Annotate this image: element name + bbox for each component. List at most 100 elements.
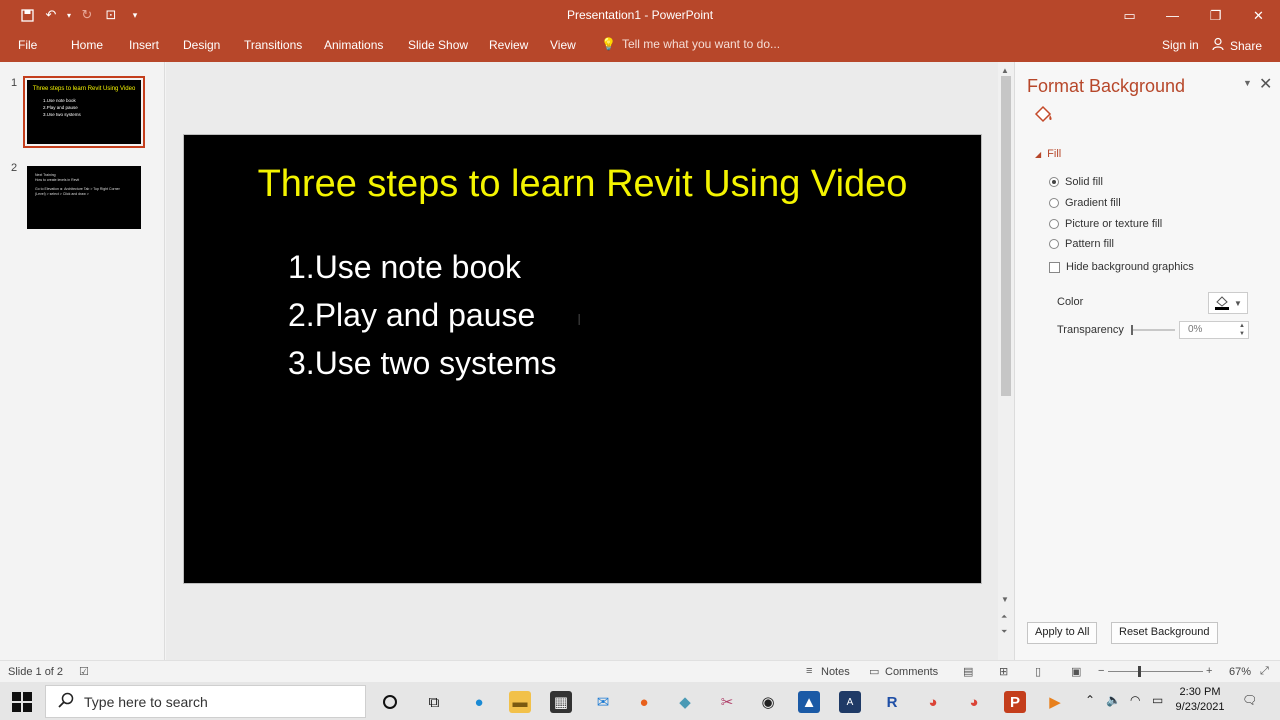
previous-slide-icon[interactable]: ⏶ — [1001, 612, 1007, 622]
bullet-item[interactable]: 3.Use two systems — [288, 339, 557, 387]
slide-title[interactable]: Three steps to learn Revit Using Video — [184, 163, 981, 206]
tell-me-text: Tell me what you want to do... — [621, 37, 781, 51]
tab-home[interactable]: Home — [71, 38, 103, 52]
slide-sorter-icon[interactable]: ⊞ — [999, 665, 1008, 678]
taskbar-search-box[interactable]: Type here to search — [45, 685, 366, 718]
paint-bucket-icon[interactable] — [1031, 104, 1055, 126]
slider-knob[interactable] — [1131, 325, 1133, 335]
close-pane-icon[interactable]: ✕ — [1259, 74, 1272, 94]
volume-icon[interactable]: 🔈 — [1106, 693, 1121, 707]
tab-view[interactable]: View — [550, 38, 576, 52]
taskbar-clock[interactable]: 2:30 PM 9/23/2021 — [1172, 685, 1228, 715]
reading-view-icon[interactable]: ▯ — [1035, 665, 1041, 678]
pattern-fill-radio[interactable] — [1049, 239, 1059, 249]
gradient-fill-radio[interactable] — [1049, 198, 1059, 208]
bullet-item[interactable]: 2.Play and pause — [288, 291, 557, 339]
color-picker-button[interactable]: ▼ — [1208, 292, 1248, 314]
spelling-check-icon[interactable]: ☑ — [79, 665, 89, 678]
pattern-fill-option[interactable]: Pattern fill — [1049, 238, 1114, 250]
picture-fill-option[interactable]: Picture or texture fill — [1049, 218, 1162, 230]
notes-button[interactable]: Notes — [821, 666, 850, 678]
tab-file[interactable]: File — [18, 38, 37, 52]
comments-button[interactable]: Comments — [885, 666, 938, 678]
zoom-level[interactable]: 67% — [1229, 666, 1251, 678]
minimize-icon[interactable]: — — [1151, 0, 1194, 31]
scroll-up-icon[interactable]: ▲ — [1001, 66, 1009, 75]
ribbon-tabs: File Home Insert Design Transitions Anim… — [0, 31, 1280, 62]
vertical-scrollbar[interactable]: ▲ ▼ ⏶ ⏷ — [998, 62, 1014, 660]
wifi-icon[interactable]: ◠ — [1130, 693, 1140, 707]
chrome-profile-icon[interactable]: ◕ — [963, 691, 985, 713]
tab-design[interactable]: Design — [183, 38, 220, 52]
chrome-icon[interactable]: ◕ — [922, 691, 944, 713]
transparency-slider[interactable] — [1131, 325, 1175, 335]
solid-fill-radio[interactable] — [1049, 177, 1059, 187]
zoom-out-icon[interactable]: − — [1098, 665, 1104, 677]
zoom-slider[interactable] — [1108, 666, 1203, 677]
notifications-icon[interactable]: 🗨 — [1242, 693, 1257, 707]
slide-canvas[interactable]: Three steps to learn Revit Using Video 1… — [183, 134, 982, 584]
hide-graphics-checkbox[interactable] — [1049, 261, 1060, 273]
close-window-icon[interactable]: ✕ — [1237, 0, 1280, 31]
battery-icon[interactable]: ▭ — [1152, 693, 1163, 707]
option-label: Pattern fill — [1065, 238, 1114, 250]
slide-body[interactable]: 1.Use note book 2.Play and pause 3.Use t… — [288, 243, 557, 387]
show-hidden-icons-icon[interactable]: ⌃ — [1085, 693, 1095, 707]
video-app-icon[interactable]: ▶ — [1044, 691, 1066, 713]
app-icon[interactable]: ◆ — [674, 691, 696, 713]
comments-icon[interactable]: ▭ — [869, 665, 879, 678]
pane-title: Format Background — [1027, 76, 1186, 96]
tab-animations[interactable]: Animations — [324, 38, 383, 52]
edge-browser-icon[interactable]: ● — [468, 691, 490, 713]
fit-to-window-icon[interactable]: ⤢ — [1260, 665, 1269, 678]
option-label: Gradient fill — [1065, 197, 1121, 209]
gradient-fill-option[interactable]: Gradient fill — [1049, 197, 1121, 209]
powerpoint-icon[interactable]: P — [1004, 691, 1026, 713]
next-slide-icon[interactable]: ⏷ — [1001, 627, 1007, 637]
bullet-item[interactable]: 1.Use note book — [288, 243, 557, 291]
sign-in-link[interactable]: Sign in — [1162, 38, 1199, 52]
tab-review[interactable]: Review — [489, 38, 528, 52]
cortana-icon[interactable] — [379, 691, 401, 713]
spinner-arrows-icon[interactable]: ▲ ▼ — [1239, 322, 1245, 338]
slide-thumbnail-1[interactable]: Three steps to learn Revit Using Video 1… — [23, 76, 145, 148]
task-view-icon[interactable]: ⧉ — [423, 691, 445, 713]
thumbnail-line: Go to Elevation ► Architecture Tab > Top… — [35, 187, 120, 191]
reset-background-button[interactable]: Reset Background — [1111, 622, 1218, 644]
store-icon[interactable]: ▦ — [550, 691, 572, 713]
clock-time: 2:30 PM — [1179, 686, 1221, 698]
file-explorer-icon[interactable]: ▬ — [509, 691, 531, 713]
transparency-spinner[interactable]: 0% ▲ ▼ — [1179, 321, 1249, 339]
hide-background-graphics-option[interactable]: Hide background graphics — [1049, 261, 1194, 273]
tell-me-box[interactable]: 💡 Tell me what you want to do... — [601, 37, 780, 51]
ribbon-display-options-icon[interactable]: ▭ — [1108, 0, 1151, 31]
revit-icon[interactable]: R — [881, 691, 903, 713]
tab-slide-show[interactable]: Slide Show — [408, 38, 468, 52]
apply-to-all-button[interactable]: Apply to All — [1027, 622, 1098, 644]
scroll-down-icon[interactable]: ▼ — [1001, 595, 1009, 604]
mail-icon[interactable]: ✉ — [592, 691, 614, 713]
solid-fill-option[interactable]: Solid fill — [1049, 176, 1103, 188]
fill-section-header[interactable]: ◢ Fill — [1035, 148, 1061, 160]
normal-view-icon[interactable]: ▤ — [963, 665, 973, 678]
slide-thumbnail-2[interactable]: Next Training How to create levels in Re… — [27, 166, 141, 229]
zoom-in-icon[interactable]: + — [1206, 665, 1212, 677]
slide-show-icon[interactable]: ▣ — [1071, 665, 1081, 678]
notes-icon[interactable]: ≡ — [806, 665, 812, 677]
picture-fill-radio[interactable] — [1049, 219, 1059, 229]
windows-start-icon[interactable] — [12, 692, 32, 712]
search-placeholder: Type here to search — [84, 693, 208, 710]
share-button[interactable]: Share — [1212, 37, 1262, 54]
scrollbar-thumb[interactable] — [1001, 76, 1011, 396]
pane-options-icon[interactable]: ▼ — [1243, 78, 1252, 88]
tab-transitions[interactable]: Transitions — [244, 38, 302, 52]
photos-icon[interactable]: ▲ — [798, 691, 820, 713]
snipping-tool-icon[interactable]: ✂ — [716, 691, 738, 713]
restore-icon[interactable]: ❐ — [1194, 0, 1237, 31]
firefox-icon[interactable]: ● — [633, 691, 655, 713]
tab-insert[interactable]: Insert — [129, 38, 159, 52]
option-label: Picture or texture fill — [1065, 218, 1163, 230]
autocad-icon[interactable]: A — [839, 691, 861, 713]
obs-icon[interactable]: ◉ — [757, 691, 779, 713]
zoom-slider-knob[interactable] — [1138, 666, 1141, 677]
